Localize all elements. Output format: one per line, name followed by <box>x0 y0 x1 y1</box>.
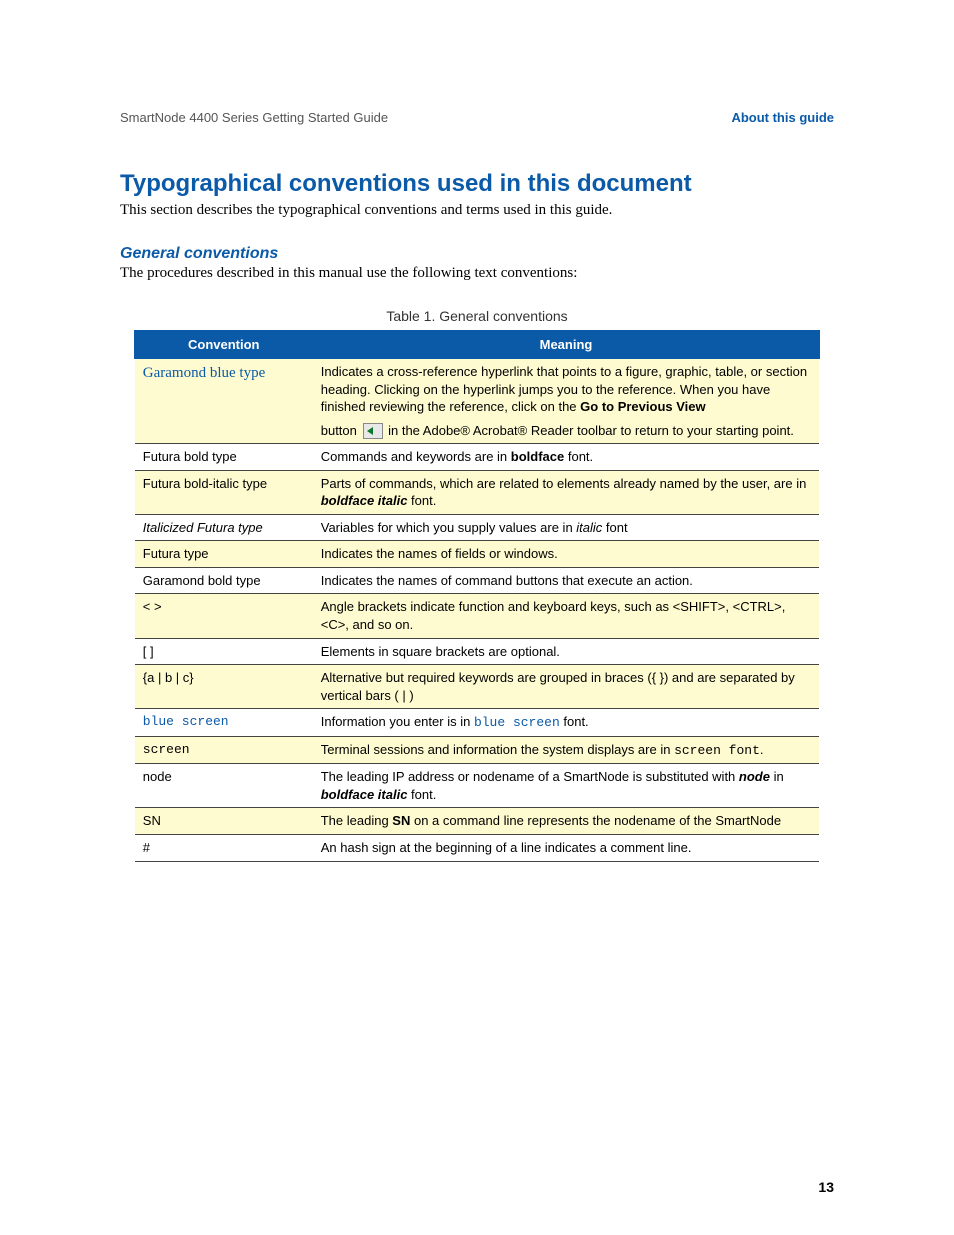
cell-meaning: Indicates the names of command buttons t… <box>313 567 819 594</box>
text: font. <box>407 787 436 802</box>
page-title: Typographical conventions used in this d… <box>120 170 834 198</box>
table-header-row: Convention Meaning <box>135 331 819 359</box>
text: Variables for which you supply values ar… <box>321 520 577 535</box>
page-number: 13 <box>818 1179 834 1195</box>
bold-text: SN <box>392 813 410 828</box>
cell-meaning: An hash sign at the beginning of a line … <box>313 834 819 861</box>
table-row: {a | b | c} Alternative but required key… <box>135 665 819 709</box>
cell-meaning: Alternative but required keywords are gr… <box>313 665 819 709</box>
cell-meaning: Commands and keywords are in boldface fo… <box>313 444 819 471</box>
cell-meaning: The leading SN on a command line represe… <box>313 808 819 835</box>
header-section: About this guide <box>731 110 834 125</box>
cell-convention: # <box>135 834 313 861</box>
bold-text: boldface <box>511 449 564 464</box>
cell-convention: Futura bold type <box>135 444 313 471</box>
table-row: Futura bold-italic type Parts of command… <box>135 470 819 514</box>
cell-convention: blue screen <box>135 709 313 737</box>
table-row: blue screen Information you enter is in … <box>135 709 819 737</box>
conventions-table: Convention Meaning Garamond blue type In… <box>134 330 819 862</box>
bold-italic-text: node <box>739 769 770 784</box>
cell-meaning: Indicates a cross-reference hyperlink th… <box>313 359 819 444</box>
bold-text: Go to Previous View <box>580 399 705 414</box>
table-row: SN The leading SN on a command line repr… <box>135 808 819 835</box>
bold-italic-text: boldface italic <box>321 493 408 508</box>
text: font. <box>407 493 436 508</box>
back-arrow-icon <box>363 423 383 439</box>
garamond-blue-label: Garamond blue type <box>143 365 265 381</box>
cell-meaning: Variables for which you supply values ar… <box>313 514 819 541</box>
table-caption: Table 1. General conventions <box>120 308 834 324</box>
text: Indicates a cross-reference hyperlink th… <box>321 364 807 414</box>
text: Parts of commands, which are related to … <box>321 476 807 491</box>
text: font. <box>564 449 593 464</box>
table-row: # An hash sign at the beginning of a lin… <box>135 834 819 861</box>
subsection-heading: General conventions <box>120 245 834 263</box>
cell-convention: node <box>135 764 313 808</box>
text: font <box>602 520 627 535</box>
table-row: Italicized Futura type Variables for whi… <box>135 514 819 541</box>
table-row: Futura type Indicates the names of field… <box>135 541 819 568</box>
mono-text: screen font <box>674 743 760 758</box>
cell-meaning: Angle brackets indicate function and key… <box>313 594 819 638</box>
cell-convention: Garamond blue type <box>135 359 313 444</box>
th-convention: Convention <box>135 331 313 359</box>
italic-text: italic <box>576 520 602 535</box>
table-row: Garamond blue type Indicates a cross-ref… <box>135 359 819 444</box>
table-row: < > Angle brackets indicate function and… <box>135 594 819 638</box>
text: font. <box>560 714 589 729</box>
cell-convention: Futura bold-italic type <box>135 470 313 514</box>
text: on a command line represents the nodenam… <box>410 813 781 828</box>
cell-meaning: Parts of commands, which are related to … <box>313 470 819 514</box>
cell-convention: screen <box>135 736 313 764</box>
cell-meaning: Terminal sessions and information the sy… <box>313 736 819 764</box>
text: Terminal sessions and information the sy… <box>321 742 674 757</box>
cell-meaning: Indicates the names of fields or windows… <box>313 541 819 568</box>
text: in <box>770 769 784 784</box>
intro-text: This section describes the typographical… <box>120 202 834 219</box>
cell-meaning: Information you enter is in blue screen … <box>313 709 819 737</box>
page-header: SmartNode 4400 Series Getting Started Gu… <box>120 110 834 125</box>
table-row: Futura bold type Commands and keywords a… <box>135 444 819 471</box>
cell-convention: Garamond bold type <box>135 567 313 594</box>
text: . <box>760 742 764 757</box>
text: The leading IP address or nodename of a … <box>321 769 739 784</box>
cell-convention: < > <box>135 594 313 638</box>
cell-convention: Italicized Futura type <box>135 514 313 541</box>
th-meaning: Meaning <box>313 331 819 359</box>
subsection-text: The procedures described in this manual … <box>120 265 834 282</box>
table-row: Garamond bold type Indicates the names o… <box>135 567 819 594</box>
text: Commands and keywords are in <box>321 449 511 464</box>
cell-convention: {a | b | c} <box>135 665 313 709</box>
cell-convention: Futura type <box>135 541 313 568</box>
cell-convention: [ ] <box>135 638 313 665</box>
document-page: SmartNode 4400 Series Getting Started Gu… <box>0 0 954 1235</box>
text: Information you enter is in <box>321 714 474 729</box>
cell-convention: SN <box>135 808 313 835</box>
header-doc-title: SmartNode 4400 Series Getting Started Gu… <box>120 110 388 125</box>
mono-blue-text: blue screen <box>474 715 560 730</box>
text: button <box>321 423 361 438</box>
text: in the Adobe® Acrobat® Reader toolbar to… <box>385 423 794 438</box>
cell-meaning: The leading IP address or nodename of a … <box>313 764 819 808</box>
bold-italic-text: boldface italic <box>321 787 408 802</box>
table-row: node The leading IP address or nodename … <box>135 764 819 808</box>
table-row: screen Terminal sessions and information… <box>135 736 819 764</box>
cell-meaning: Elements in square brackets are optional… <box>313 638 819 665</box>
table-row: [ ] Elements in square brackets are opti… <box>135 638 819 665</box>
text: The leading <box>321 813 393 828</box>
